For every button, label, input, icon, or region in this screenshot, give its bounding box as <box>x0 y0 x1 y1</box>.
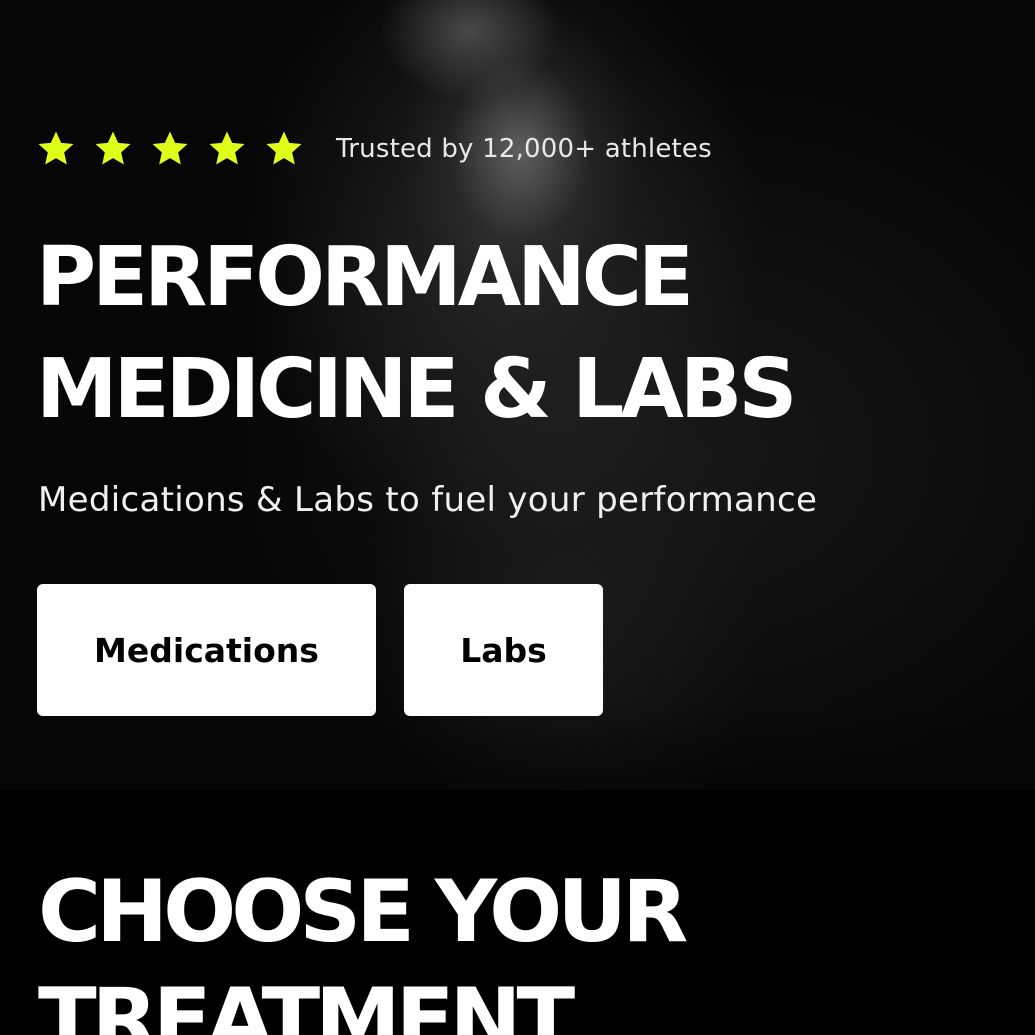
hero-subheadline: Medications & Labs to fuel your performa… <box>38 480 818 520</box>
trusted-by-text: Trusted by 12,000+ athletes <box>336 134 712 164</box>
hero-headline-line-1: PERFORMANCE <box>36 230 694 325</box>
page: Trusted by 12,000+ athletes PERFORMANCE … <box>0 0 1035 1035</box>
choose-treatment-heading-line-2: TREATMENT <box>38 970 575 1035</box>
choose-treatment-heading: CHOOSE YOUR TREATMENT <box>38 858 688 1035</box>
choose-treatment-heading-line-1: CHOOSE YOUR <box>38 862 688 962</box>
star-icon <box>207 129 247 169</box>
star-icon <box>150 129 190 169</box>
hero-section: Trusted by 12,000+ athletes PERFORMANCE … <box>0 0 1035 790</box>
star-icon <box>93 129 133 169</box>
star-rating <box>36 129 304 169</box>
star-icon <box>264 129 304 169</box>
labs-button[interactable]: Labs <box>404 584 603 716</box>
rating-row: Trusted by 12,000+ athletes <box>36 128 712 170</box>
medications-button[interactable]: Medications <box>37 584 376 716</box>
hero-headline: PERFORMANCE MEDICINE & LABS <box>36 222 797 446</box>
star-icon <box>36 129 76 169</box>
hero-headline-line-2: MEDICINE & LABS <box>36 342 797 437</box>
